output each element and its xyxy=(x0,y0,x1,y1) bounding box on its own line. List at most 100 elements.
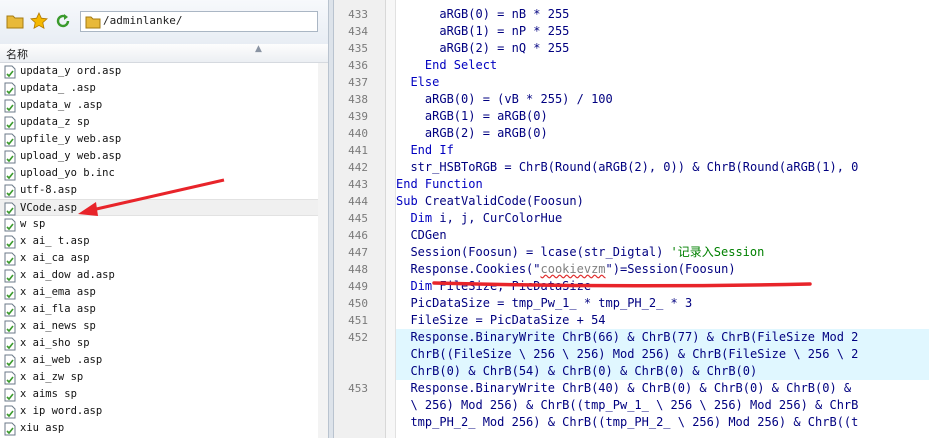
file-name: updata_w .asp xyxy=(20,99,103,111)
file-name: x ai_ t.asp xyxy=(20,235,90,247)
line-number: 434 xyxy=(348,25,368,38)
code-line: Dim i, j, CurColorHue xyxy=(410,211,563,225)
line-number: 443 xyxy=(348,178,368,191)
folder-icon[interactable] xyxy=(6,12,24,30)
file-asp-icon xyxy=(4,251,16,266)
file-asp-icon xyxy=(4,183,16,198)
file-row[interactable]: upload_y web.asp xyxy=(0,148,328,165)
folder-path-icon xyxy=(85,14,101,29)
file-name: w sp xyxy=(20,218,46,230)
file-name: x ai_zw sp xyxy=(20,371,84,383)
file-asp-icon xyxy=(4,234,16,249)
code-line: ChrB((FileSize \ 256 \ 256) Mod 256) & C… xyxy=(396,346,929,363)
code-line: aRGB(2) = aRGB(0) xyxy=(396,126,548,140)
file-row[interactable]: upfile_y web.asp xyxy=(0,131,328,148)
file-list-scrollbar[interactable] xyxy=(318,63,328,438)
file-row[interactable]: updata_ .asp xyxy=(0,80,328,97)
code-line: aRGB(0) = nB * 255 xyxy=(396,7,570,21)
file-browser-pane: /adminlanke/ 名称 ▲ updata_y ord.asp updata… xyxy=(0,0,328,438)
line-number: 445 xyxy=(348,212,368,225)
line-number: 453 xyxy=(348,382,368,395)
file-row[interactable]: x ai_fla asp xyxy=(0,301,328,318)
line-number: 440 xyxy=(348,127,368,140)
file-asp-icon xyxy=(4,115,16,130)
line-number: 451 xyxy=(348,314,368,327)
file-list: updata_y ord.asp updata_ .asp updata_w .as… xyxy=(0,63,328,437)
code-line: aRGB(2) = nQ * 255 xyxy=(396,41,570,55)
line-number: 452 xyxy=(348,331,368,344)
file-asp-icon xyxy=(4,370,16,385)
file-row[interactable]: x aims sp xyxy=(0,386,328,403)
file-row[interactable]: x ai_ t.asp xyxy=(0,233,328,250)
file-asp-icon xyxy=(4,421,16,436)
file-name: x ai_fla asp xyxy=(20,303,96,315)
file-row[interactable]: updata_w .asp xyxy=(0,97,328,114)
file-asp-icon xyxy=(4,268,16,283)
code-line: End Function xyxy=(396,177,483,191)
file-row[interactable]: xiu asp xyxy=(0,420,328,437)
line-number: 433 xyxy=(348,8,368,21)
file-name: VCode.asp xyxy=(20,202,77,214)
file-asp-icon xyxy=(4,387,16,402)
refresh-icon[interactable] xyxy=(54,12,72,30)
path-input[interactable]: /adminlanke/ xyxy=(80,11,318,32)
file-asp-icon xyxy=(4,353,16,368)
code-line: tmp_PH_2_ Mod 256) & ChrB((tmp_PH_2_ \ 2… xyxy=(396,415,859,429)
code-line: Response.BinaryWrite ChrB(40) & ChrB(0) … xyxy=(396,381,852,395)
file-asp-icon xyxy=(4,64,16,79)
file-toolbar: /adminlanke/ xyxy=(0,0,328,45)
file-row[interactable]: x ai_dow ad.asp xyxy=(0,267,328,284)
line-number: 435 xyxy=(348,42,368,55)
file-asp-icon xyxy=(4,132,16,147)
file-name: x ai_news sp xyxy=(20,320,96,332)
file-asp-icon xyxy=(4,149,16,164)
code-editor[interactable]: aRGB(0) = nB * 255 aRGB(1) = nP * 255 aR… xyxy=(396,0,929,438)
sort-up-icon: ▲ xyxy=(255,44,262,54)
file-row[interactable]: x ai_ca asp xyxy=(0,250,328,267)
file-name: updata_ .asp xyxy=(20,82,96,94)
file-name: updata_y ord.asp xyxy=(20,65,122,77)
code-line: ChrB(0) & ChrB(54) & ChrB(0) & ChrB(0) &… xyxy=(396,363,929,380)
code-line: End If xyxy=(410,143,454,157)
file-name: x ai_dow ad.asp xyxy=(20,269,115,281)
line-number: 442 xyxy=(348,161,368,174)
file-asp-icon xyxy=(4,98,16,113)
code-line: Else xyxy=(410,75,440,89)
file-row[interactable]: updata_z sp xyxy=(0,114,328,131)
code-line: End Select xyxy=(424,58,498,72)
star-icon[interactable] xyxy=(30,12,48,30)
code-line: aRGB(1) = aRGB(0) xyxy=(396,109,548,123)
code-line: Session(Foosun) = lcase(str_Digtal) '记录入… xyxy=(396,245,765,259)
file-row[interactable]: x ai_news sp xyxy=(0,318,328,335)
code-line: Response.BinaryWrite ChrB(66) & ChrB(77)… xyxy=(396,329,929,346)
file-name: upload_y web.asp xyxy=(20,150,122,162)
code-line: CDGen xyxy=(396,228,447,242)
file-name: x ai_ema asp xyxy=(20,286,96,298)
file-asp-icon xyxy=(4,404,16,419)
file-row[interactable]: x ai_zw sp xyxy=(0,369,328,386)
file-row[interactable]: x ai_sho sp xyxy=(0,335,328,352)
line-number: 437 xyxy=(348,76,368,89)
file-row[interactable]: updata_y ord.asp xyxy=(0,63,328,80)
file-name: x ai_ca asp xyxy=(20,252,90,264)
column-header-name[interactable]: 名称 ▲ xyxy=(0,44,328,63)
line-number: 446 xyxy=(348,229,368,242)
code-line: \ 256) Mod 256) & ChrB((tmp_Pw_1_ \ 256 … xyxy=(396,398,859,412)
file-name: updata_z sp xyxy=(20,116,90,128)
file-row[interactable]: x ai_ema asp xyxy=(0,284,328,301)
code-line: aRGB(0) = (vB * 255) / 100 xyxy=(396,92,613,106)
path-text: /adminlanke/ xyxy=(103,14,183,27)
file-name: x ai_web .asp xyxy=(20,354,103,366)
file-row[interactable]: x ai_web .asp xyxy=(0,352,328,369)
file-asp-icon xyxy=(4,217,16,232)
file-row[interactable]: x ip word.asp xyxy=(0,403,328,420)
file-asp-icon xyxy=(4,81,16,96)
annotation-underline xyxy=(432,281,812,288)
line-number: 439 xyxy=(348,110,368,123)
code-line: str_HSBToRGB = ChrB(Round(aRGB(2), 0)) &… xyxy=(396,160,859,174)
line-number: 436 xyxy=(348,59,368,72)
line-number: 448 xyxy=(348,263,368,276)
code-line: Response.Cookies("cookievzm")=Session(Fo… xyxy=(396,262,736,276)
line-number: 447 xyxy=(348,246,368,259)
line-number: 441 xyxy=(348,144,368,157)
